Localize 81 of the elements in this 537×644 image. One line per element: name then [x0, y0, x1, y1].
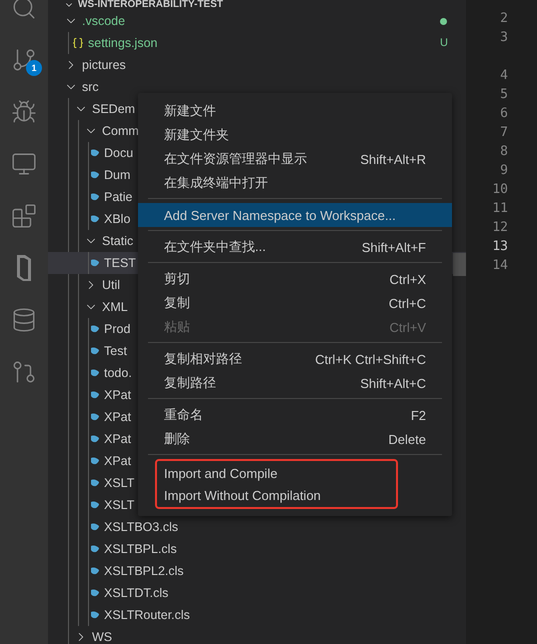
file-name[interactable]: XSLTBPL.cls — [104, 542, 177, 556]
menu-item[interactable]: 复制路径 Shift+Alt+C — [138, 371, 452, 395]
braces-icon — [72, 37, 84, 49]
line-number: 14 — [491, 257, 508, 275]
folder-name[interactable]: XML — [102, 300, 128, 314]
file-type-icon — [90, 457, 100, 465]
file-name[interactable]: XSLTRouter.cls — [104, 608, 190, 622]
file-name[interactable]: XSLTDT.cls — [104, 586, 168, 600]
menu-item[interactable]: 重命名 F2 — [138, 403, 452, 427]
folder-name[interactable]: Comm — [102, 124, 139, 138]
file-name[interactable]: Docu — [104, 146, 134, 160]
folder-name[interactable]: SEDem — [92, 102, 136, 116]
menu-item[interactable]: 剪切 Ctrl+X — [138, 267, 452, 291]
line-number: 2 — [499, 10, 508, 28]
file-name[interactable]: todo. — [104, 366, 132, 380]
file-name[interactable]: XSLTBPL2.cls — [104, 564, 184, 578]
file-name[interactable]: Prod — [104, 322, 130, 336]
file-name[interactable]: XPat — [104, 388, 132, 402]
file-name[interactable]: Test — [104, 344, 127, 358]
file-name[interactable]: XPat — [104, 454, 132, 468]
file-name[interactable]: XSLT — [104, 476, 134, 490]
line-number: 7 — [499, 124, 508, 142]
extensions-icon[interactable] — [10, 202, 38, 230]
file-name[interactable]: XSLT — [104, 498, 134, 512]
file-name[interactable]: TEST — [104, 256, 136, 270]
file-name[interactable]: Patie — [104, 190, 132, 204]
folder-name[interactable]: Util — [102, 278, 120, 292]
file-name[interactable]: XPat — [104, 410, 132, 424]
line-number: 13 — [491, 238, 508, 256]
folder-name[interactable]: WS — [92, 630, 112, 644]
line-number: 6 — [499, 105, 508, 123]
folder-name[interactable]: .vscode — [82, 14, 126, 28]
file-type-icon — [90, 215, 100, 223]
menu-item[interactable]: 删除 Delete — [138, 427, 452, 451]
workspace-title[interactable]: WS-INTEROPERABILITY-TEST — [78, 0, 223, 10]
menu-item[interactable]: 新建文件 — [138, 99, 452, 123]
file-type-icon — [90, 589, 100, 597]
menu-item[interactable]: 复制 Ctrl+C — [138, 291, 452, 315]
file-type-icon — [90, 523, 100, 531]
menu-item[interactable]: 复制相对路径 Ctrl+K Ctrl+Shift+C — [138, 347, 452, 371]
file-type-icon — [90, 413, 100, 421]
file-type-icon — [90, 545, 100, 553]
menu-item[interactable]: Import and Compile — [157, 462, 396, 484]
file-type-icon — [90, 479, 100, 487]
file-name[interactable]: XBlo — [104, 212, 130, 226]
line-number: 11 — [491, 200, 508, 218]
file-type-icon — [90, 259, 100, 267]
file-name[interactable]: XSLTBO3.cls — [104, 520, 178, 534]
file-name[interactable]: Dum — [104, 168, 130, 182]
menu-item[interactable]: 新建文件夹 — [138, 123, 452, 147]
file-type-icon — [90, 171, 100, 179]
folder-name[interactable]: src — [82, 80, 99, 94]
file-type-icon — [90, 611, 100, 619]
folder-name[interactable]: Static — [102, 234, 134, 248]
line-number: 5 — [499, 86, 508, 104]
notification-badge: 1 — [26, 60, 42, 76]
file-name[interactable]: XPat — [104, 432, 132, 446]
line-number: 9 — [499, 162, 508, 180]
file-type-icon — [90, 325, 100, 333]
line-number: 12 — [491, 219, 508, 237]
menu-item[interactable]: Add Server Namespace to Workspace... — [138, 203, 452, 227]
scrollbar-thumb[interactable] — [453, 253, 466, 276]
menu-item[interactable]: 在集成终端中打开 — [138, 171, 452, 195]
folder-name[interactable]: pictures — [82, 58, 126, 72]
file-type-icon — [90, 567, 100, 575]
menu-item[interactable]: Import Without Compilation — [157, 484, 396, 506]
file-type-icon — [90, 391, 100, 399]
menu-item[interactable]: 在文件夹中查找... Shift+Alt+F — [138, 235, 452, 259]
file-type-icon — [90, 435, 100, 443]
line-number: 4 — [499, 67, 508, 85]
line-number: 3 — [499, 29, 508, 47]
file-type-icon — [90, 369, 100, 377]
line-number: 10 — [491, 181, 508, 199]
file-type-icon — [90, 347, 100, 355]
file-name[interactable]: settings.json — [88, 36, 158, 50]
menu-item[interactable]: 在文件资源管理器中显示 Shift+Alt+R — [138, 147, 452, 171]
file-type-icon — [90, 193, 100, 201]
file-type-icon — [90, 501, 100, 509]
line-number: 8 — [499, 143, 508, 161]
git-status: U — [440, 37, 448, 49]
file-type-icon — [90, 149, 100, 157]
